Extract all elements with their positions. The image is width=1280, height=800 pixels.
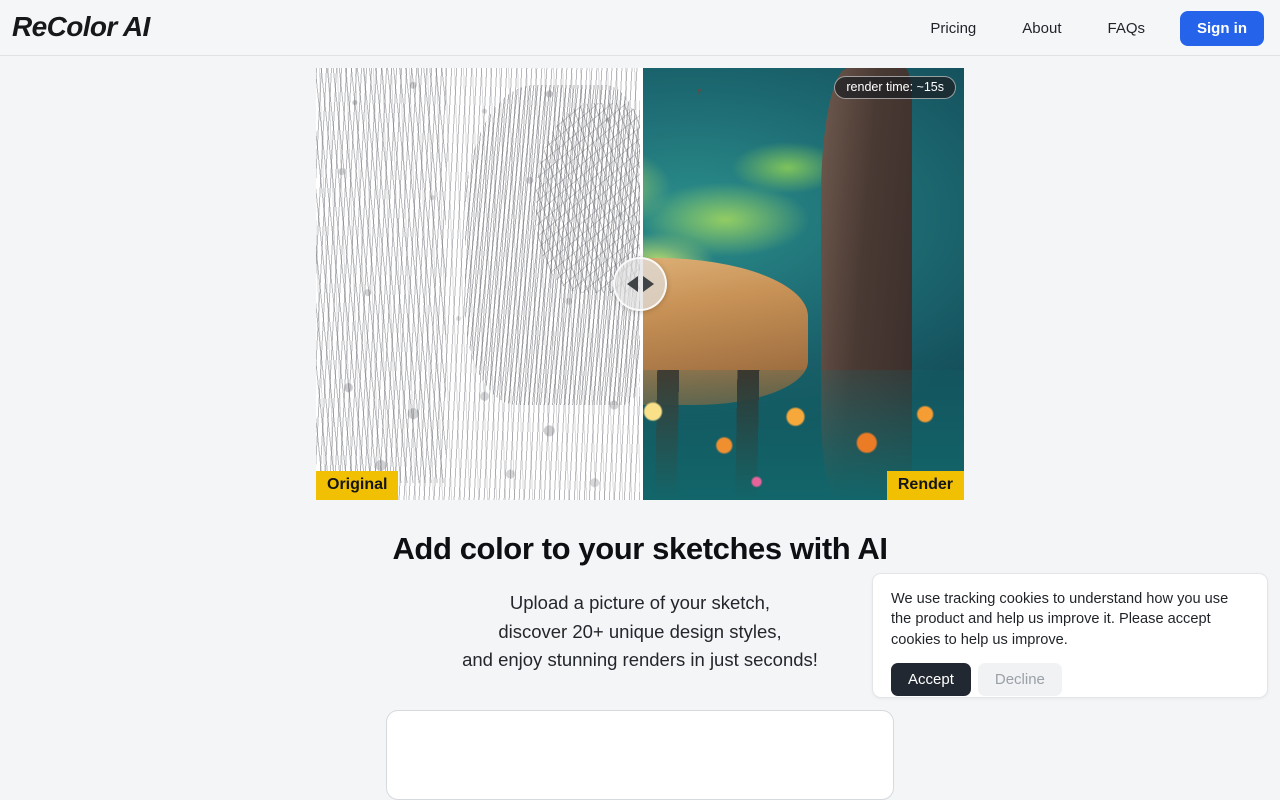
site-header: ReColor AI Pricing About FAQs Sign in [0, 0, 1280, 56]
cookie-decline-button[interactable]: Decline [977, 663, 1062, 697]
chevron-right-icon [642, 276, 654, 292]
render-time-badge: render time: ~15s [834, 76, 956, 99]
nav-link-pricing[interactable]: Pricing [907, 20, 999, 37]
comparison-slider-handle[interactable] [613, 257, 667, 311]
page-title: Add color to your sketches with AI [392, 531, 888, 566]
original-image-pane [316, 68, 640, 500]
before-after-comparison[interactable]: render time: ~15s Original Render [316, 68, 964, 500]
nav-link-about[interactable]: About [999, 20, 1084, 37]
cookie-consent-banner: We use tracking cookies to understand ho… [872, 573, 1268, 698]
cookie-actions: Accept Decline [891, 663, 1249, 697]
main-navigation: Pricing About FAQs Sign in [907, 0, 1264, 56]
brand-logo[interactable]: ReColor AI [12, 11, 150, 43]
colorized-painting [640, 68, 964, 500]
upload-dropzone[interactable] [386, 710, 894, 800]
sketch-line-art [316, 68, 640, 500]
nav-link-faqs[interactable]: FAQs [1084, 20, 1168, 37]
cookie-accept-button[interactable]: Accept [891, 663, 971, 697]
render-image-pane [640, 68, 964, 500]
chevron-left-icon [626, 276, 638, 292]
original-label-badge: Original [316, 471, 399, 500]
sign-in-button[interactable]: Sign in [1180, 10, 1264, 46]
cookie-message: We use tracking cookies to understand ho… [891, 591, 1229, 648]
render-antlers [640, 72, 692, 220]
render-label-badge: Render [886, 471, 964, 500]
